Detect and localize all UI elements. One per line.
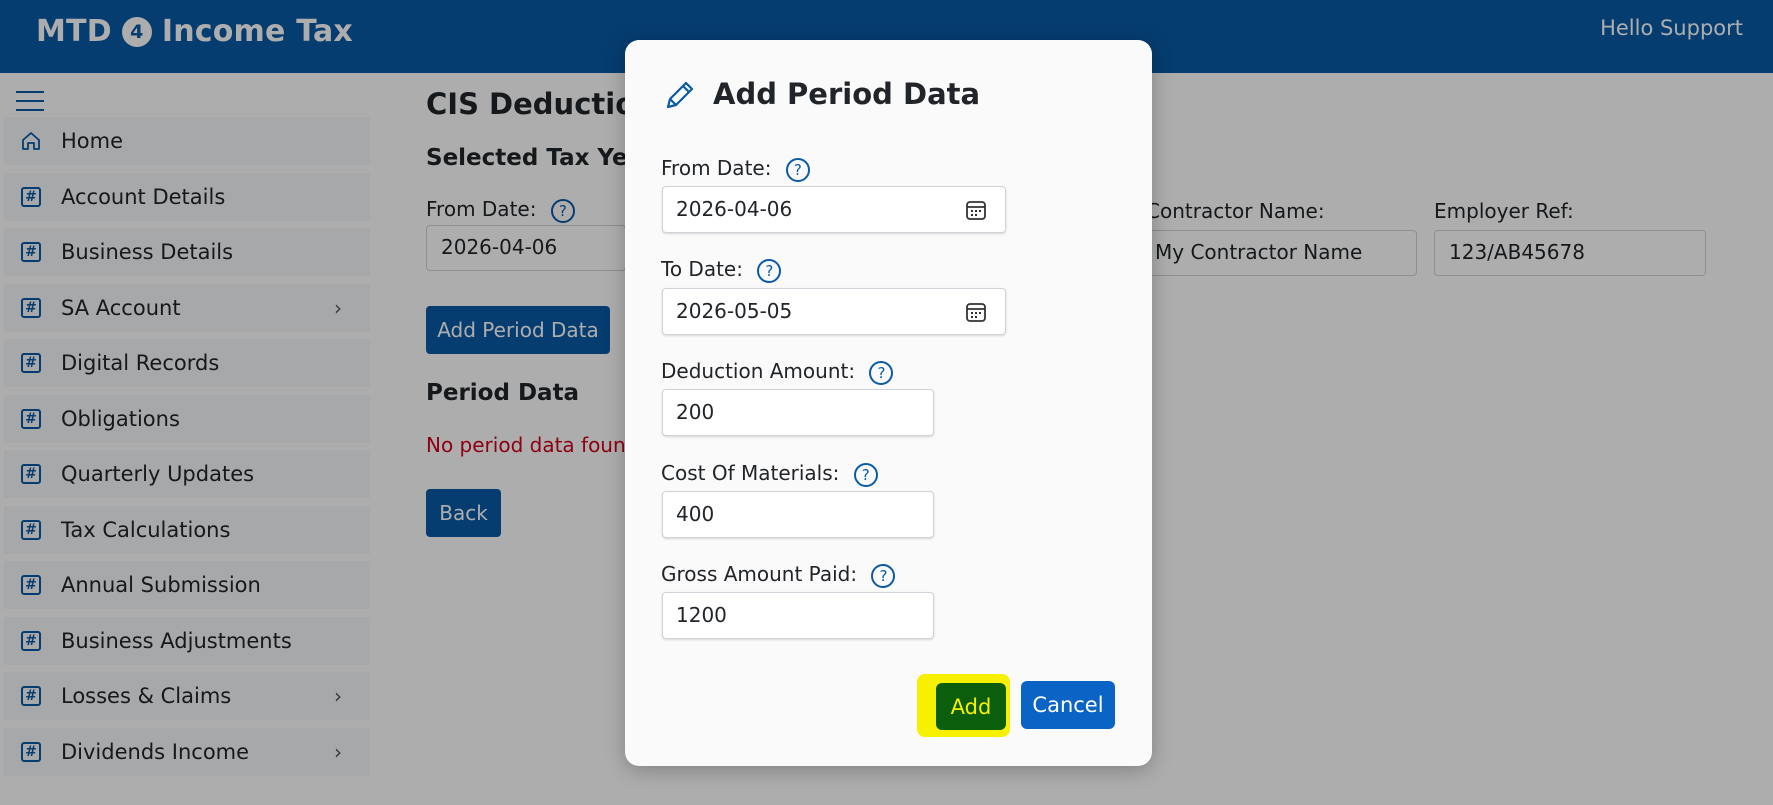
deduction-amount-label: Deduction Amount: ?: [661, 359, 894, 385]
help-icon[interactable]: ?: [785, 157, 810, 182]
gross-amount-paid-label: Gross Amount Paid: ?: [661, 562, 896, 588]
cost-of-materials-input[interactable]: 400: [662, 491, 934, 538]
help-icon[interactable]: ?: [853, 462, 878, 487]
modal-to-date-input[interactable]: 2026-05-05: [662, 288, 1006, 335]
calendar-icon[interactable]: [965, 199, 987, 221]
help-icon[interactable]: ?: [757, 258, 782, 283]
modal-to-date-label: To Date: ?: [661, 257, 782, 283]
help-icon[interactable]: ?: [869, 360, 894, 385]
gross-amount-paid-input[interactable]: 1200: [662, 592, 934, 639]
pencil-icon: [666, 81, 694, 109]
modal-from-date-input[interactable]: 2026-04-06: [662, 186, 1006, 233]
calendar-icon[interactable]: [965, 301, 987, 323]
cost-of-materials-label: Cost Of Materials: ?: [661, 461, 878, 487]
help-icon[interactable]: ?: [871, 563, 896, 588]
add-button[interactable]: Add: [936, 683, 1006, 730]
modal-from-date-label: From Date: ?: [661, 156, 810, 182]
add-period-data-modal: Add Period Data From Date: ? 2026-04-06 …: [625, 40, 1152, 766]
deduction-amount-input[interactable]: 200: [662, 389, 934, 436]
modal-title: Add Period Data: [713, 77, 981, 111]
cancel-button[interactable]: Cancel: [1021, 681, 1115, 729]
